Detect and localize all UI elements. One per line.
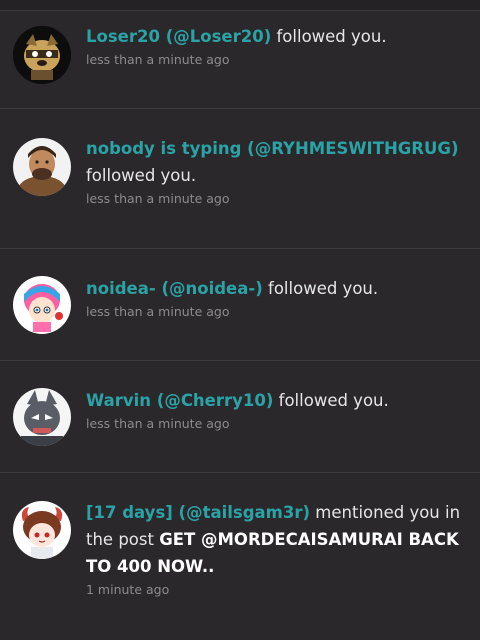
notification-message: Warvin (@Cherry10) followed you. (86, 387, 466, 414)
timestamp: 1 minute ago (86, 582, 170, 597)
notification-message: [17 days] (@tailsgam3r) mentioned you in… (86, 499, 466, 580)
action-text: followed you. (86, 166, 197, 185)
notification-item[interactable]: Loser20 (@Loser20) followed you. less th… (0, 0, 480, 109)
timestamp: less than a minute ago (86, 191, 230, 206)
username-link[interactable]: Loser20 (@Loser20) (86, 27, 271, 46)
notification-item[interactable]: noidea- (@noidea-) followed you. less th… (0, 249, 480, 361)
horned-girl-avatar-icon[interactable] (13, 501, 71, 559)
action-text: followed you. (262, 279, 379, 298)
notification-message: Loser20 (@Loser20) followed you. (86, 23, 466, 50)
username-link[interactable]: Warvin (@Cherry10) (86, 391, 273, 410)
notification-item[interactable]: nobody is typing (@RYHMESWITHGRUG) follow… (0, 109, 480, 249)
timestamp: less than a minute ago (86, 416, 230, 431)
pink-hair-girl-avatar-icon[interactable] (13, 276, 71, 334)
raccoon-avatar-icon[interactable] (13, 26, 71, 84)
notification-item[interactable]: [17 days] (@tailsgam3r) mentioned you in… (0, 473, 480, 640)
action-text: followed you. (273, 391, 389, 410)
timestamp: less than a minute ago (86, 52, 230, 67)
username-link[interactable]: nobody is typing (@RYHMESWITHGRUG) (86, 139, 458, 158)
notification-message: noidea- (@noidea-) followed you. (86, 275, 466, 302)
gray-creature-avatar-icon[interactable] (13, 388, 71, 446)
timestamp: less than a minute ago (86, 304, 230, 319)
action-text: followed you. (271, 27, 387, 46)
notification-message: nobody is typing (@RYHMESWITHGRUG) follow… (86, 135, 466, 189)
username-link[interactable]: noidea- (@noidea-) (86, 279, 263, 298)
notification-item[interactable]: Warvin (@Cherry10) followed you. less th… (0, 361, 480, 473)
username-link[interactable]: [17 days] (@tailsgam3r) (86, 503, 310, 522)
caveman-avatar-icon[interactable] (13, 138, 71, 196)
